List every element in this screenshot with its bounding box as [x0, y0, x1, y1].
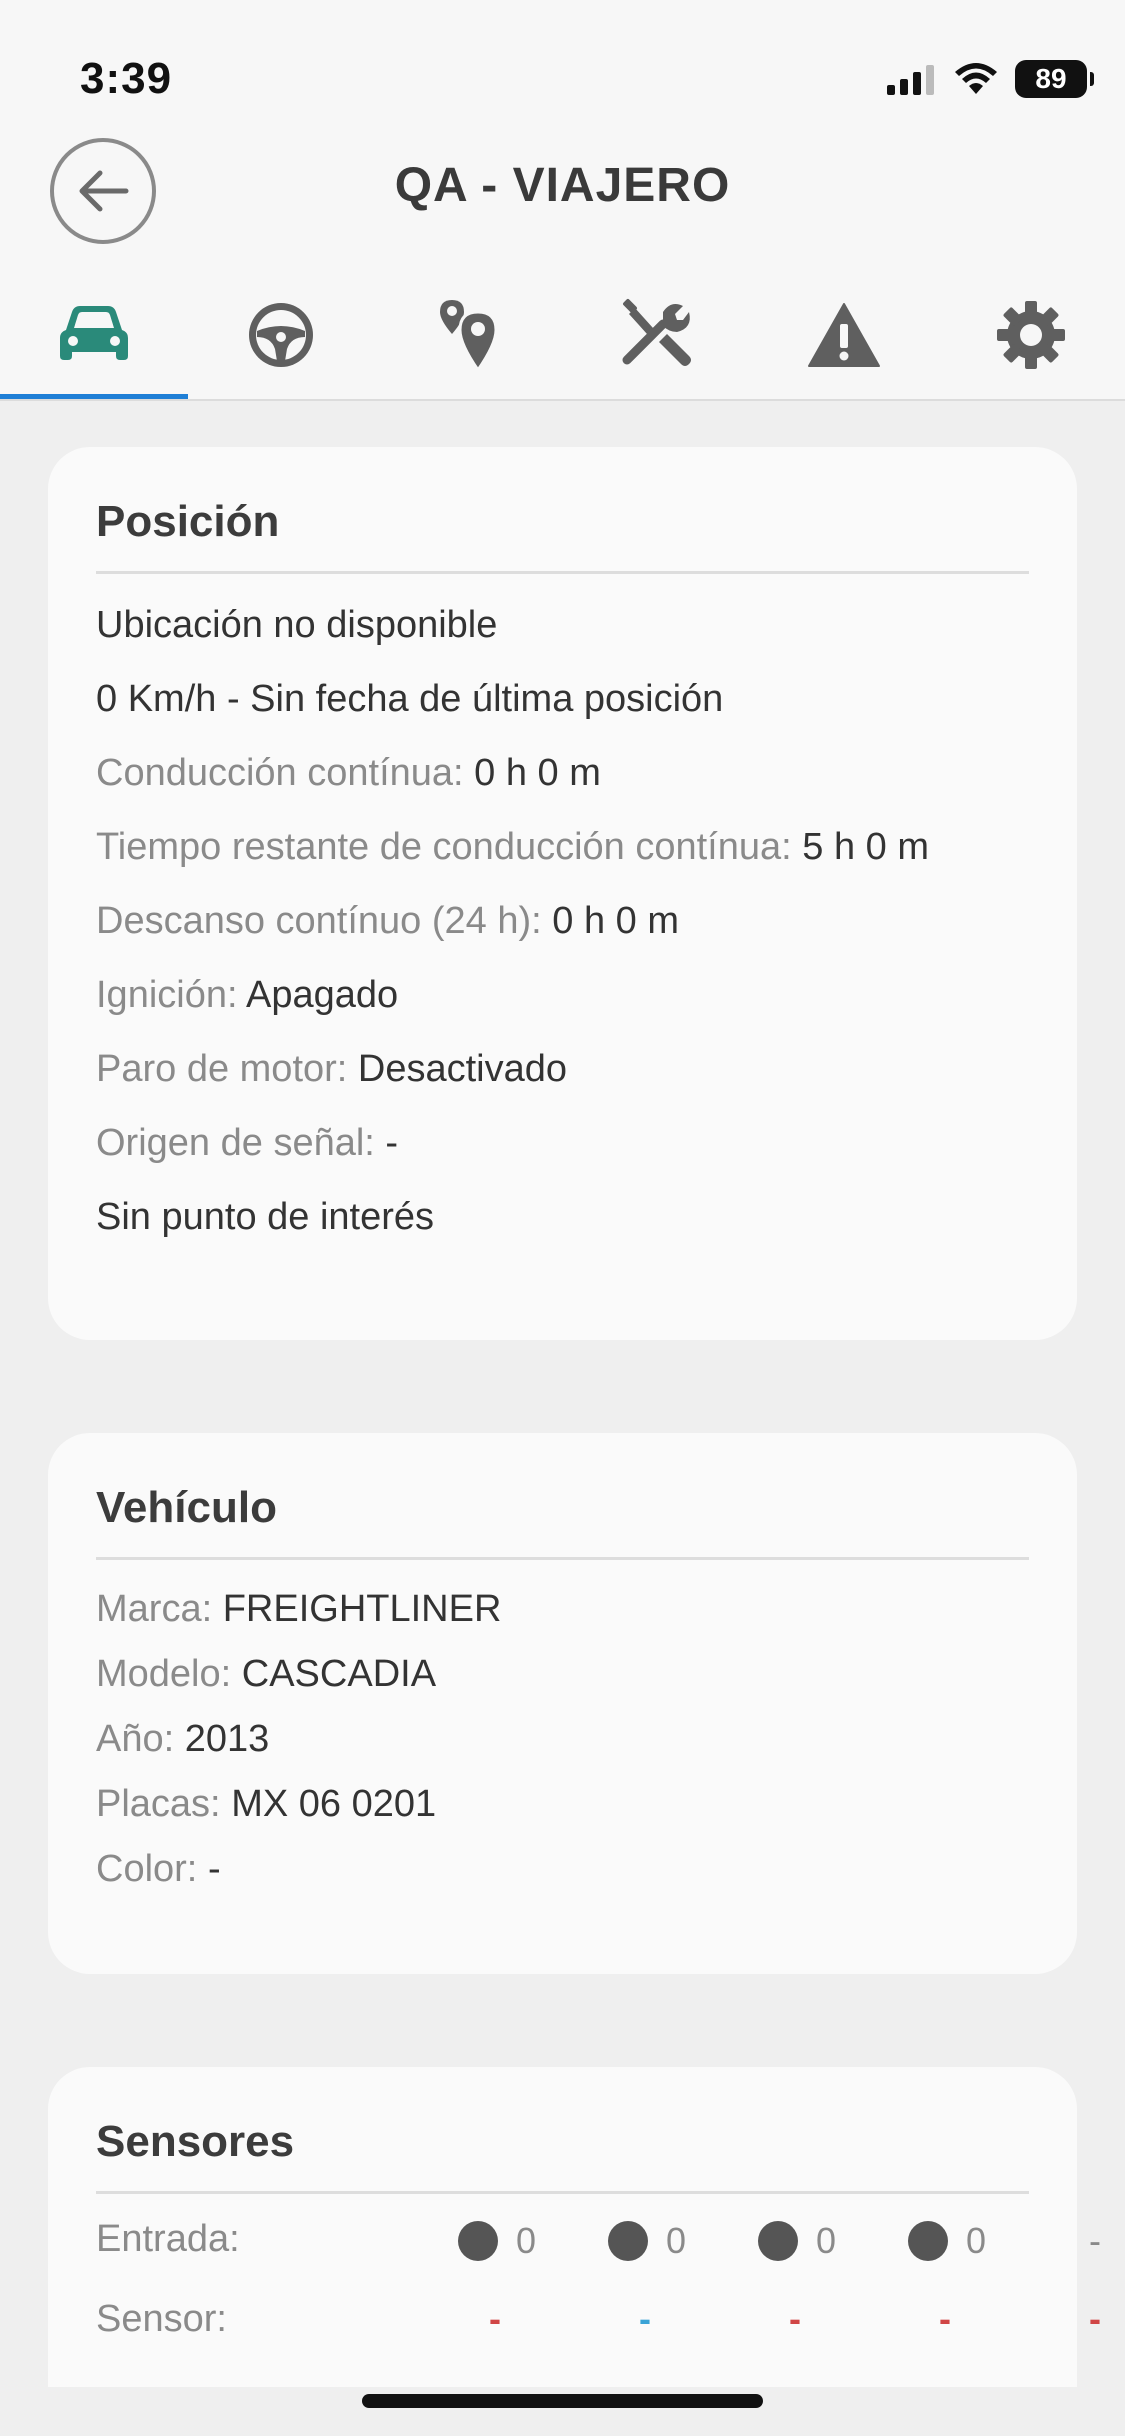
- wifi-icon: [955, 63, 997, 94]
- input-dot-icon: [758, 2221, 798, 2261]
- sensor-value: -: [639, 2298, 651, 2339]
- remaining-driving: Tiempo restante de conducción contínua: …: [96, 826, 929, 868]
- ignition: Ignición: Apagado: [96, 974, 399, 1016]
- vehicle-model: Modelo: CASCADIA: [96, 1653, 437, 1695]
- status-icons: 89: [887, 60, 1094, 98]
- input-dot-icon: [458, 2221, 498, 2261]
- vehicle-plates: Placas: MX 06 0201: [96, 1783, 437, 1825]
- location-pins-icon: [439, 300, 498, 372]
- input-label: Entrada:: [96, 2218, 240, 2260]
- tab-locations[interactable]: [375, 270, 563, 400]
- input-indicator: 0: [758, 2220, 836, 2262]
- input-dot-icon: [908, 2221, 948, 2261]
- input-indicator: 0: [608, 2220, 686, 2262]
- vehicle-card: Vehículo Marca: FREIGHTLINER Modelo: CAS…: [48, 1433, 1077, 1974]
- tab-bar: [0, 270, 1125, 400]
- tab-driver[interactable]: [188, 270, 376, 400]
- tools-icon: [622, 299, 692, 366]
- home-indicator[interactable]: [362, 2394, 763, 2408]
- signal-origin: Origen de señal: -: [96, 1122, 399, 1164]
- vehicle-title: Vehículo: [96, 1433, 1029, 1560]
- speed-text: 0 Km/h - Sin fecha de última posición: [96, 678, 724, 720]
- input-indicator: 0: [458, 2220, 536, 2262]
- tab-settings[interactable]: [938, 270, 1125, 400]
- cellular-signal-icon: [887, 65, 934, 95]
- position-card: Posición Ubicación no disponible 0 Km/h …: [48, 447, 1077, 1340]
- sensor-value: -: [489, 2298, 501, 2339]
- location-text: Ubicación no disponible: [96, 604, 498, 646]
- position-title: Posición: [96, 447, 1029, 574]
- point-of-interest: Sin punto de interés: [96, 1196, 435, 1238]
- sensor-value: -: [789, 2298, 801, 2339]
- vehicle-year: Año: 2013: [96, 1718, 270, 1760]
- vehicle-brand: Marca: FREIGHTLINER: [96, 1588, 502, 1630]
- page-title: QA - VIAJERO: [394, 159, 731, 212]
- sensor-value: -: [939, 2298, 951, 2339]
- status-time: 3:39: [80, 54, 173, 103]
- battery-indicator: 89: [1015, 60, 1094, 98]
- sensor-label: Sensor:: [96, 2298, 227, 2340]
- sensor-value: -: [1089, 2298, 1101, 2339]
- continuous-driving: Conducción contínua: 0 h 0 m: [96, 752, 601, 794]
- continuous-rest: Descanso contínuo (24 h): 0 h 0 m: [96, 900, 679, 942]
- vehicle-color: Color: -: [96, 1848, 221, 1890]
- tabs-divider: [0, 399, 1125, 401]
- input-indicator: 0: [908, 2220, 986, 2262]
- gear-icon: [997, 301, 1066, 369]
- sensors-card: Sensores Entrada: 0 0 0 0 - Sensor: - - …: [48, 2067, 1101, 2387]
- input-dot-icon: [608, 2221, 648, 2261]
- tab-maintenance[interactable]: [563, 270, 751, 400]
- tab-vehicle[interactable]: [0, 270, 188, 400]
- steering-wheel-icon: [249, 303, 314, 367]
- tab-alerts[interactable]: [750, 270, 938, 400]
- input-indicator-last: -: [1089, 2220, 1101, 2261]
- warning-icon: [807, 303, 880, 367]
- engine-stop: Paro de motor: Desactivado: [96, 1048, 568, 1090]
- car-icon: [59, 306, 128, 360]
- top-bar: 3:39 89 QA - VIAJERO: [0, 0, 1125, 401]
- sensors-title: Sensores: [96, 2067, 1029, 2194]
- sensors-grid: Entrada: 0 0 0 0 - Sensor: - - - - -: [96, 2194, 1101, 2394]
